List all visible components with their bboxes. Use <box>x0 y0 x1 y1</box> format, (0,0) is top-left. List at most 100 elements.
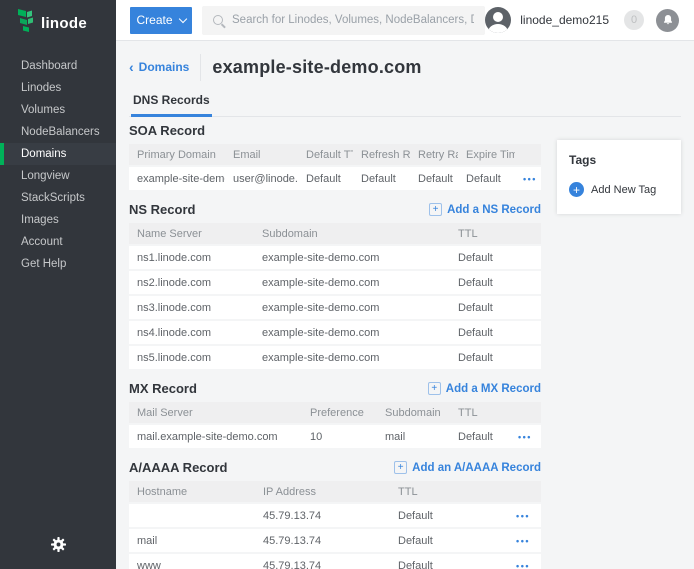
mx-section-header: MX Record + Add a MX Record <box>129 381 541 396</box>
column-header: Default TTL <box>298 149 353 161</box>
tags-panel-title: Tags <box>569 153 669 167</box>
breadcrumb: ‹ Domains example-site-demo.com <box>129 53 681 81</box>
subdomain-cell: example-site-demo.com <box>254 277 450 289</box>
ns-section-title: NS Record <box>129 202 195 217</box>
add-new-tag-button[interactable]: + Add New Tag <box>569 182 669 197</box>
subdomain-cell: mail <box>377 431 450 443</box>
subdomain-cell: example-site-demo.com <box>254 327 450 339</box>
back-chevron-icon: ‹ <box>129 61 134 73</box>
column-header: Email <box>225 149 298 161</box>
settings-gear-icon[interactable] <box>0 537 116 557</box>
tab-dns-records[interactable]: DNS Records <box>131 87 212 117</box>
table-row: mail.example-site-demo.com 10 mail Defau… <box>129 425 541 448</box>
ttl-cell: Default <box>450 302 541 314</box>
plus-icon: + <box>394 461 407 474</box>
hostname-cell: www <box>129 560 255 569</box>
ttl-cell: Default <box>450 252 541 264</box>
column-header: TTL <box>390 486 465 498</box>
search-box[interactable] <box>202 6 485 35</box>
sidebar-item-linodes[interactable]: Linodes <box>0 77 116 99</box>
sidebar-item-get-help[interactable]: Get Help <box>0 253 116 275</box>
add-mx-record-label: Add a MX Record <box>446 383 541 395</box>
subdomain-cell: example-site-demo.com <box>254 352 450 364</box>
add-mx-record-button[interactable]: + Add a MX Record <box>428 382 541 395</box>
name-server-cell: ns1.linode.com <box>129 252 254 264</box>
ttl-cell: Default <box>450 352 541 364</box>
column-header: Subdomain <box>377 407 450 419</box>
logo-text: linode <box>41 15 87 32</box>
ttl-cell: Default <box>390 560 465 569</box>
table-row: ns4.linode.com example-site-demo.com Def… <box>129 321 541 344</box>
ttl-cell: Default <box>450 431 510 443</box>
content: ‹ Domains example-site-demo.com DNS Reco… <box>116 41 694 569</box>
table-row: ns1.linode.com example-site-demo.com Def… <box>129 246 541 269</box>
notifications-bell-icon[interactable] <box>656 9 679 32</box>
search-input[interactable] <box>232 14 474 26</box>
tags-column: Tags + Add New Tag <box>541 117 681 214</box>
sidebar-item-stackscripts[interactable]: StackScripts <box>0 187 116 209</box>
column-header: Primary Domain <box>129 149 225 161</box>
refresh-rate-cell: Default <box>353 173 410 185</box>
breadcrumb-divider <box>200 54 201 81</box>
soa-section-title: SOA Record <box>129 123 205 138</box>
add-a-record-label: Add an A/AAAA Record <box>412 462 541 474</box>
user-avatar[interactable] <box>485 7 511 33</box>
soa-table: Primary Domain Email Default TTL Refresh… <box>129 144 541 190</box>
add-ns-record-button[interactable]: + Add a NS Record <box>429 203 541 216</box>
soa-table-header: Primary Domain Email Default TTL Refresh… <box>129 144 541 165</box>
add-new-tag-label: Add New Tag <box>591 184 656 196</box>
column-header: Expire Time <box>458 149 515 161</box>
subdomain-cell: example-site-demo.com <box>254 252 450 264</box>
ttl-cell: Default <box>390 510 465 522</box>
row-actions-ellipsis-icon[interactable]: ••• <box>516 511 530 521</box>
name-server-cell: ns4.linode.com <box>129 327 254 339</box>
page-title: example-site-demo.com <box>212 57 421 78</box>
ttl-cell: Default <box>450 327 541 339</box>
row-actions-ellipsis-icon[interactable]: ••• <box>516 561 530 569</box>
topbar: Create linode_demo215 0 <box>116 0 694 41</box>
a-section-title: A/AAAA Record <box>129 460 227 475</box>
ttl-cell: Default <box>390 535 465 547</box>
a-section-header: A/AAAA Record + Add an A/AAAA Record <box>129 460 541 475</box>
column-header: Retry Rate <box>410 149 458 161</box>
name-server-cell: ns3.linode.com <box>129 302 254 314</box>
sidebar-item-volumes[interactable]: Volumes <box>0 99 116 121</box>
column-header: Preference <box>302 407 377 419</box>
ns-table: Name Server Subdomain TTL ns1.linode.com… <box>129 223 541 369</box>
breadcrumb-back-link[interactable]: ‹ Domains <box>129 60 189 74</box>
primary-domain-cell: example-site-demo.com <box>129 173 225 185</box>
breadcrumb-back-label: Domains <box>139 60 190 74</box>
table-row: ns5.linode.com example-site-demo.com Def… <box>129 346 541 369</box>
chevron-down-icon <box>178 14 186 22</box>
sidebar-item-dashboard[interactable]: Dashboard <box>0 55 116 77</box>
expire-time-cell: Default <box>458 173 515 185</box>
sidebar-item-domains[interactable]: Domains <box>0 143 116 165</box>
column-header: Mail Server <box>129 407 302 419</box>
add-a-record-button[interactable]: + Add an A/AAAA Record <box>394 461 541 474</box>
row-actions-ellipsis-icon[interactable]: ••• <box>518 432 532 442</box>
add-tag-plus-icon: + <box>569 182 584 197</box>
row-actions-ellipsis-icon[interactable]: ••• <box>523 174 537 184</box>
column-header: Name Server <box>129 228 254 240</box>
sidebar-item-longview[interactable]: Longview <box>0 165 116 187</box>
subdomain-cell: example-site-demo.com <box>254 302 450 314</box>
column-header: Subdomain <box>254 228 450 240</box>
sidebar-item-account[interactable]: Account <box>0 231 116 253</box>
a-table: Hostname IP Address TTL 45.79.13.74 Defa… <box>129 481 541 569</box>
notification-count-badge[interactable]: 0 <box>624 10 644 30</box>
username[interactable]: linode_demo215 <box>520 13 609 27</box>
search-icon <box>213 15 223 25</box>
sidebar-item-nodebalancers[interactable]: NodeBalancers <box>0 121 116 143</box>
row-actions-ellipsis-icon[interactable]: ••• <box>516 536 530 546</box>
create-button[interactable]: Create <box>130 7 192 34</box>
create-button-label: Create <box>136 13 172 27</box>
sidebar-item-images[interactable]: Images <box>0 209 116 231</box>
table-row: 45.79.13.74 Default ••• <box>129 504 541 527</box>
linode-logo[interactable]: linode <box>0 0 116 51</box>
ns-section-header: NS Record + Add a NS Record <box>129 202 541 217</box>
sidebar-nav: Dashboard Linodes Volumes NodeBalancers … <box>0 55 116 275</box>
ip-address-cell: 45.79.13.74 <box>255 510 390 522</box>
body-row: SOA Record Primary Domain Email Default … <box>129 117 681 569</box>
add-ns-record-label: Add a NS Record <box>447 204 541 216</box>
preference-cell: 10 <box>302 431 377 443</box>
